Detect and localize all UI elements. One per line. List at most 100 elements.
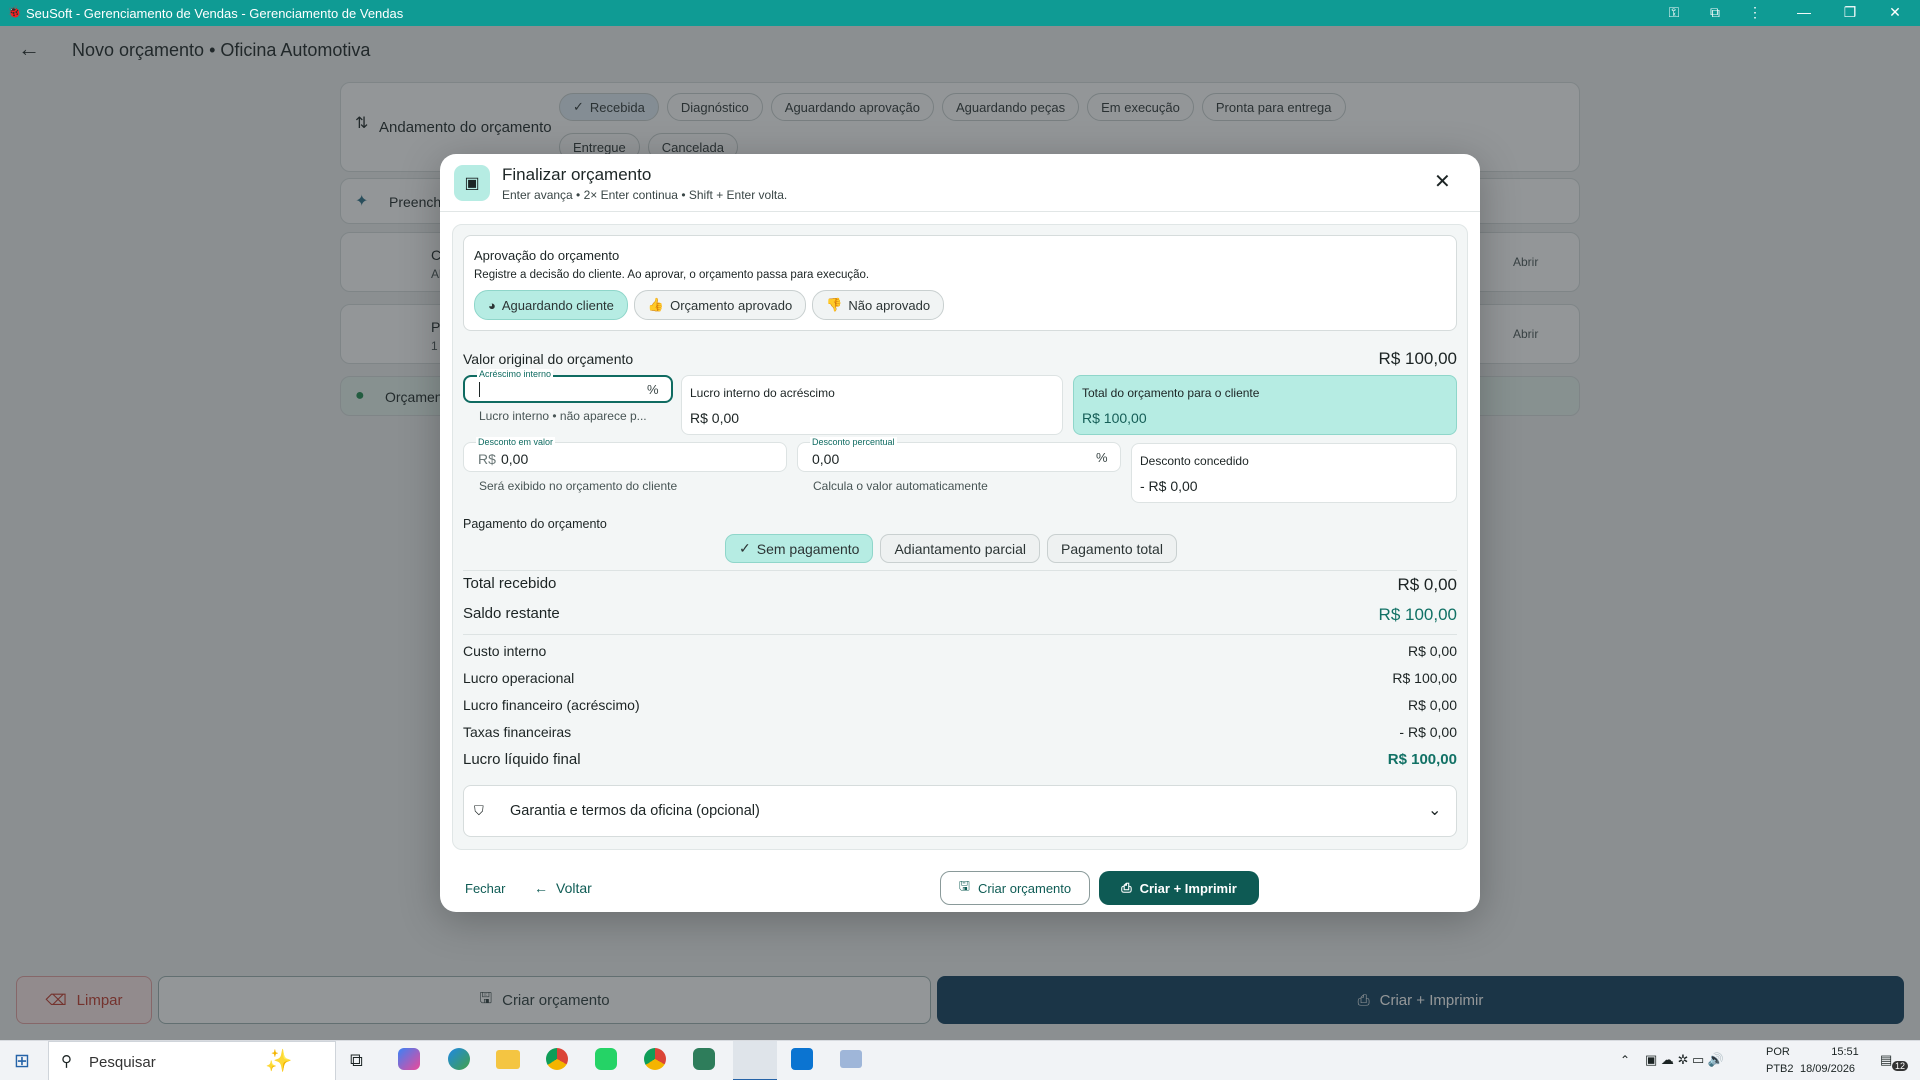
markup-input[interactable]: Acréscimo interno %	[463, 369, 673, 403]
maximize-button[interactable]: ❐	[1840, 4, 1860, 21]
key-icon[interactable]: ⚿	[1664, 4, 1684, 21]
client-total-value: R$ 100,00	[1082, 410, 1147, 426]
task-view-icon[interactable]: ⧉	[350, 1050, 363, 1071]
summary-value: R$ 100,00	[1392, 670, 1457, 686]
search-placeholder: Pesquisar	[89, 1054, 156, 1071]
input-language[interactable]: POR	[1766, 1046, 1790, 1058]
pending-icon: ◕	[488, 297, 496, 313]
chevron-up-icon[interactable]: ⌃	[1620, 1053, 1630, 1067]
dialog-body: Aprovação do orçamento Registre a decisã…	[452, 224, 1468, 850]
close-button[interactable]: Fechar	[465, 881, 505, 896]
create-budget-button[interactable]: 🖫 Criar orçamento	[940, 871, 1090, 905]
dialog-subtitle: Enter avança • 2× Enter continua • Shift…	[502, 188, 788, 202]
notification-icon[interactable]: ▤	[1880, 1052, 1892, 1068]
copilot-app-icon[interactable]	[398, 1048, 420, 1070]
warranty-label: Garantia e termos da oficina (opcional)	[510, 803, 760, 819]
file-explorer-icon[interactable]	[496, 1050, 520, 1069]
option-label: Pagamento total	[1061, 540, 1163, 557]
summary-label: Lucro operacional	[463, 670, 575, 686]
create-print-button[interactable]: ⎙ Criar + Imprimir	[1099, 871, 1259, 905]
dialog-title: Finalizar orçamento	[502, 165, 652, 184]
discount-value-label: Desconto em valor	[476, 437, 556, 447]
option-no-payment[interactable]: ✓ Sem pagamento	[725, 534, 874, 563]
app-icon[interactable]	[693, 1048, 715, 1070]
option-label: Não aprovado	[848, 297, 931, 313]
keyboard-layout[interactable]: PTB2	[1766, 1063, 1794, 1075]
extensions-icon[interactable]: ⧉	[1705, 4, 1725, 21]
discount-value-input[interactable]: Desconto em valor R$ 0,00	[463, 437, 787, 472]
warranty-expander[interactable]: ⛉ Garantia e termos da oficina (opcional…	[463, 785, 1457, 837]
option-approved[interactable]: 👍 Orçamento aprovado	[633, 290, 807, 320]
text-caret	[479, 382, 480, 397]
close-icon[interactable]: ✕	[1434, 169, 1451, 194]
summary-total-received: Total recebido R$ 0,00	[463, 575, 1457, 595]
summary-label: Taxas financeiras	[463, 724, 572, 740]
minimize-button[interactable]: —	[1794, 4, 1814, 20]
summary-value: R$ 100,00	[1378, 605, 1457, 624]
edge-browser-icon[interactable]	[448, 1048, 470, 1070]
taskbar-search[interactable]: ⚲ Pesquisar ✨	[48, 1041, 336, 1080]
chrome-profile-icon[interactable]	[644, 1048, 666, 1070]
close-window-button[interactable]: ✕	[1885, 4, 1905, 21]
clock-time[interactable]: 15:51	[1816, 1046, 1874, 1058]
client-total-field: Total do orçamento para o cliente R$ 100…	[1073, 375, 1457, 435]
notepad-icon[interactable]	[840, 1050, 862, 1068]
finalize-budget-dialog: ▣ Finalizar orçamento Enter avança • 2× …	[440, 154, 1480, 912]
summary-value: - R$ 0,00	[1399, 724, 1457, 740]
tray-icons[interactable]: ▣ ☁ ✲ ▭ 🔊	[1645, 1052, 1724, 1068]
vscode-icon[interactable]	[791, 1048, 813, 1070]
check-icon: ✓	[739, 540, 751, 556]
discount-given-label: Desconto concedido	[1140, 454, 1249, 468]
approval-desc: Registre a decisão do cliente. Ao aprova…	[474, 269, 870, 281]
cash-icon: ▣	[454, 165, 490, 201]
divider	[463, 634, 1457, 635]
original-value-label: Valor original do orçamento	[463, 351, 634, 367]
summary-financial-fees: Taxas financeiras - R$ 0,00	[463, 724, 1457, 740]
summary-label: Lucro financeiro (acréscimo)	[463, 697, 640, 713]
option-label: Adiantamento parcial	[894, 540, 1026, 557]
window-titlebar: 🐞 SeuSoft - Gerenciamento de Vendas - Ge…	[0, 0, 1920, 26]
copilot-sparkle-icon: ✨	[265, 1048, 293, 1073]
back-button[interactable]: ← Voltar	[534, 880, 592, 896]
clock-date[interactable]: 18/09/2026	[1800, 1063, 1855, 1075]
option-label: Sem pagamento	[756, 540, 860, 557]
notification-badge: 12	[1892, 1061, 1909, 1071]
back-label: Voltar	[556, 880, 592, 896]
divider	[463, 570, 1457, 571]
currency-prefix: R$	[478, 451, 496, 467]
approval-title: Aprovação do orçamento	[474, 248, 620, 263]
discount-percent-label: Desconto percentual	[810, 437, 897, 447]
percent-suffix: %	[647, 382, 659, 397]
arrow-left-icon: ←	[534, 880, 548, 896]
more-vert-icon[interactable]: ⋮	[1745, 4, 1765, 21]
discount-percent-input[interactable]: Desconto percentual 0,00 %	[797, 437, 1121, 472]
discount-given-value: - R$ 0,00	[1140, 478, 1198, 494]
windows-start-icon[interactable]: ⊞	[14, 1050, 30, 1073]
summary-label: Total recebido	[463, 575, 557, 592]
summary-label: Custo interno	[463, 643, 547, 659]
option-label: Orçamento aprovado	[670, 297, 793, 313]
option-not-approved[interactable]: 👎 Não aprovado	[812, 290, 945, 320]
approval-options: ◕ Aguardando cliente 👍 Orçamento aprovado …	[474, 290, 945, 320]
chrome-icon[interactable]	[546, 1048, 568, 1070]
summary-financial-profit: Lucro financeiro (acréscimo) R$ 0,00	[463, 697, 1457, 713]
create-label: Criar orçamento	[977, 880, 1072, 896]
summary-operating-profit: Lucro operacional R$ 100,00	[463, 670, 1457, 686]
thumbs-down-icon: 👎	[826, 297, 843, 312]
option-awaiting-client[interactable]: ◕ Aguardando cliente	[474, 290, 628, 320]
option-partial-advance[interactable]: Adiantamento parcial	[880, 534, 1040, 563]
seusoft-taskbar-item[interactable]	[733, 1041, 777, 1080]
original-value: R$ 100,00	[1378, 349, 1457, 368]
whatsapp-icon[interactable]	[595, 1048, 617, 1070]
summary-net-profit: Lucro líquido final R$ 100,00	[463, 751, 1457, 768]
summary-value: R$ 0,00	[1397, 575, 1457, 594]
app-icon: 🐞	[7, 5, 22, 19]
markup-profit-value: R$ 0,00	[690, 410, 740, 426]
discount-value: 0,00	[501, 451, 529, 467]
option-full-payment[interactable]: Pagamento total	[1047, 534, 1177, 563]
option-label: Aguardando cliente	[501, 297, 614, 313]
chevron-down-icon[interactable]: ⌄	[1428, 800, 1441, 820]
summary-label: Saldo restante	[463, 605, 560, 622]
taskbar: ⊞ ⚲ Pesquisar ✨ ⧉ ⌃ ▣ ☁ ✲ ▭ 🔊 POR PTB2 1…	[0, 1040, 1920, 1080]
markup-profit-label: Lucro interno do acréscimo	[690, 386, 835, 400]
